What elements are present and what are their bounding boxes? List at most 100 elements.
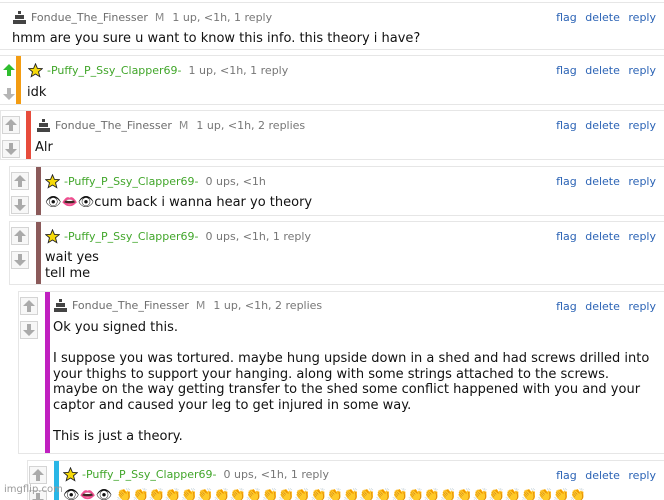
mod-icon [53, 298, 68, 313]
comment-meta: 1 up, <1h, 1 reply [172, 10, 273, 24]
flag-link[interactable]: flag [556, 119, 577, 132]
username[interactable]: -Puffy_P_Ssy_Clapper69- [82, 468, 217, 481]
upvote-button[interactable] [11, 227, 29, 245]
comment-header: Fondue_The_Finesser M 1 up, <1h, 1 reply [12, 9, 272, 25]
upvote-button[interactable] [20, 297, 38, 315]
comment-body: Alr [35, 140, 53, 155]
vote-controls [1, 111, 21, 159]
arrow-down-icon [14, 254, 26, 266]
comment-header: -Puffy_P_Ssy_Clapper69- 1 up, <1h, 1 rep… [28, 62, 288, 78]
eyes-lips-emoji: 👁👄👁 [45, 195, 95, 210]
comment-body: hmm are you sure u want to know this inf… [12, 31, 421, 46]
comment-thread: Fondue_The_Finesser M 1 up, <1h, 1 reply… [0, 0, 664, 500]
flag-link[interactable]: flag [556, 469, 577, 482]
comment: Fondue_The_Finesser M 1 up, <1h, 2 repli… [0, 110, 664, 160]
arrow-up-icon [14, 175, 26, 187]
downvote-button[interactable] [2, 140, 20, 158]
username[interactable]: -Puffy_P_Ssy_Clapper69- [64, 175, 199, 188]
thread-bar [26, 111, 31, 159]
moderator-badge: M [154, 10, 165, 24]
comment-actions: flag delete reply [551, 300, 656, 313]
reply-link[interactable]: reply [628, 175, 656, 188]
star-icon [63, 466, 78, 482]
flag-link[interactable]: flag [556, 230, 577, 243]
comment-actions: flag delete reply [551, 11, 656, 24]
downvote-button[interactable] [20, 321, 38, 339]
flag-link[interactable]: flag [556, 300, 577, 313]
upvote-button[interactable] [29, 466, 47, 484]
arrow-up-icon [23, 300, 35, 312]
comment-meta: 1 up, <1h, 1 reply [188, 63, 289, 77]
delete-link[interactable]: delete [585, 119, 620, 132]
upvote-button[interactable] [11, 172, 29, 190]
delete-link[interactable]: delete [585, 11, 620, 24]
comment-meta: 0 ups, <1h [205, 174, 266, 188]
thread-bar [16, 56, 21, 104]
thread-bar [45, 292, 50, 453]
reply-link[interactable]: reply [628, 64, 656, 77]
star-icon [45, 228, 60, 244]
vote-controls [19, 292, 39, 453]
comment: -Puffy_P_Ssy_Clapper69- 0 ups, <1h, 1 re… [27, 460, 664, 500]
delete-link[interactable]: delete [585, 175, 620, 188]
comment-body: 👁👄👁cum back i wanna hear yo theory [45, 195, 645, 211]
comment: -Puffy_P_Ssy_Clapper69- 0 ups, <1h flag … [9, 166, 664, 216]
comment-header: -Puffy_P_Ssy_Clapper69- 0 ups, <1h, 1 re… [63, 466, 329, 482]
delete-link[interactable]: delete [585, 469, 620, 482]
comment-body: wait yes tell me [45, 250, 99, 281]
flag-link[interactable]: flag [556, 64, 577, 77]
mod-icon [12, 10, 27, 25]
reply-link[interactable]: reply [628, 300, 656, 313]
arrow-down-icon [3, 88, 15, 100]
star-icon [28, 62, 43, 78]
comment: Fondue_The_Finesser M 1 up, <1h, 2 repli… [18, 291, 664, 454]
username[interactable]: -Puffy_P_Ssy_Clapper69- [64, 230, 199, 243]
username[interactable]: Fondue_The_Finesser [31, 11, 148, 24]
downvote-button[interactable] [11, 251, 29, 269]
comment-text: cum back i wanna hear yo theory [94, 195, 313, 210]
reply-link[interactable]: reply [628, 469, 656, 482]
comment-actions: flag delete reply [551, 175, 656, 188]
reply-link[interactable]: reply [628, 230, 656, 243]
comment: Fondue_The_Finesser M 1 up, <1h, 1 reply… [0, 2, 664, 50]
star-icon [45, 173, 60, 189]
flag-link[interactable]: flag [556, 11, 577, 24]
comment-meta: 0 ups, <1h, 1 reply [205, 229, 311, 243]
reply-link[interactable]: reply [628, 11, 656, 24]
arrow-up-icon [3, 64, 15, 76]
comment-actions: flag delete reply [551, 469, 656, 482]
comment-meta: 0 ups, <1h, 1 reply [223, 467, 329, 481]
comment-actions: flag delete reply [551, 230, 656, 243]
comment: -Puffy_P_Ssy_Clapper69- 1 up, <1h, 1 rep… [0, 55, 664, 105]
arrow-down-icon [23, 324, 35, 336]
downvote-button[interactable] [11, 196, 29, 214]
arrow-up-icon [32, 469, 44, 481]
arrow-up-icon [14, 230, 26, 242]
username[interactable]: Fondue_The_Finesser [72, 299, 189, 312]
vote-controls [10, 222, 30, 284]
username[interactable]: -Puffy_P_Ssy_Clapper69- [47, 64, 182, 77]
arrow-down-icon [14, 199, 26, 211]
comment-header: -Puffy_P_Ssy_Clapper69- 0 ups, <1h [45, 173, 266, 189]
comment-meta: 1 up, <1h, 2 replies [196, 118, 306, 132]
delete-link[interactable]: delete [585, 64, 620, 77]
delete-link[interactable]: delete [585, 300, 620, 313]
comment-header: -Puffy_P_Ssy_Clapper69- 0 ups, <1h, 1 re… [45, 228, 311, 244]
thread-bar [36, 167, 41, 215]
comment-body: 👁👄👁 👏👏👏👏👏👏👏👏👏👏👏👏👏👏👏👏👏👏👏👏👏👏👏👏👏👏👏👏👏 [63, 488, 663, 500]
imgflip-watermark: imgflip.com [4, 484, 63, 495]
flag-link[interactable]: flag [556, 175, 577, 188]
moderator-badge: M [178, 118, 189, 132]
upvote-button[interactable] [2, 116, 20, 134]
comment-body: idk [27, 85, 47, 100]
comment: -Puffy_P_Ssy_Clapper69- 0 ups, <1h, 1 re… [9, 221, 664, 285]
mod-icon [36, 118, 51, 133]
username[interactable]: Fondue_The_Finesser [55, 119, 172, 132]
arrow-down-icon [5, 143, 17, 155]
reply-link[interactable]: reply [628, 119, 656, 132]
comment-meta: 1 up, <1h, 2 replies [213, 298, 323, 312]
comment-body: Ok you signed this. I suppose you was to… [53, 320, 650, 444]
clapping-hands-row: 👏👏👏👏👏👏👏👏👏👏👏👏👏👏👏👏👏👏👏👏👏👏👏👏👏👏👏👏👏 [116, 488, 586, 500]
delete-link[interactable]: delete [585, 230, 620, 243]
comment-actions: flag delete reply [551, 64, 656, 77]
